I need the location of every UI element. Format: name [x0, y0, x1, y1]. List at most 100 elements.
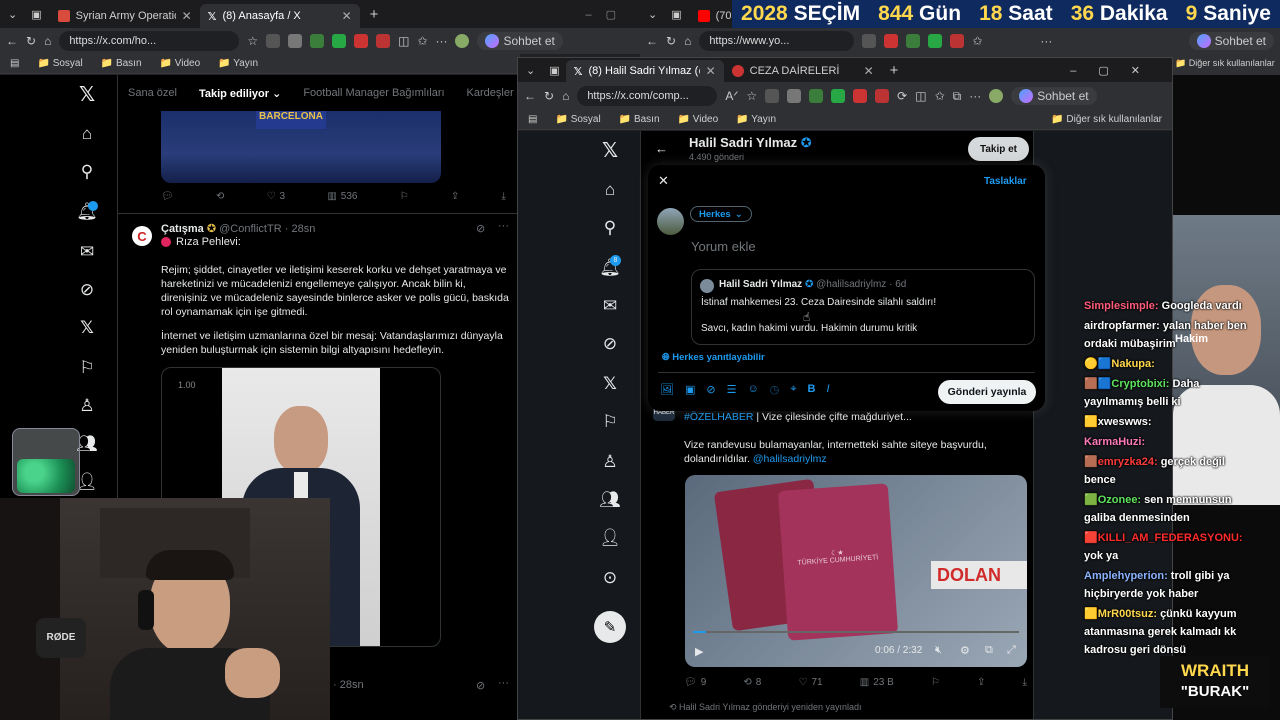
grok-icon[interactable]: ⊘ — [706, 383, 715, 396]
bookmark-other-favorites[interactable]: 📁 Diğer sık kullanılanlar — [1175, 58, 1275, 69]
extension-icon[interactable] — [950, 34, 965, 48]
bookmark-basin[interactable]: 📁 Basın — [619, 114, 660, 125]
more-options-icon[interactable]: ··· — [498, 677, 509, 689]
hashtag-link[interactable]: #ÖZELHABER — [684, 411, 753, 423]
tab-x-home[interactable]: 𝕏 (8) Anasayfa / X ✕ — [199, 4, 360, 28]
repost-icon[interactable]: ⟲ — [216, 191, 224, 202]
mute-icon[interactable]: 🔇︎ — [935, 644, 942, 657]
chat-username[interactable]: Nakupa: — [1111, 358, 1154, 370]
chat-username[interactable]: KarmaHuzi: — [1084, 436, 1145, 448]
close-modal-icon[interactable]: ✕ — [658, 173, 669, 189]
extension-icon[interactable] — [765, 89, 780, 103]
split-screen-icon[interactable]: ◫ — [915, 89, 926, 103]
home-nav-icon[interactable]: ⌂ — [599, 179, 621, 201]
close-tab-icon[interactable]: ✕ — [342, 9, 352, 23]
messages-nav-icon[interactable]: ✉ — [599, 295, 621, 317]
star-icon[interactable]: ☆ — [746, 89, 757, 103]
bookmark-icon[interactable]: ⚐ — [400, 191, 409, 202]
bg-tweet-video[interactable]: ☾★ TÜRKİYE CUMHURİYETİ DOLAN ▶ 0:06 / 2:3… — [685, 475, 1027, 667]
bookmark-yayin[interactable]: 📁 Yayın — [218, 58, 258, 69]
communities-nav-icon[interactable]: 👥︎ — [599, 489, 621, 511]
schedule-icon[interactable]: ◷ — [770, 383, 780, 396]
workspaces-icon[interactable]: ▣ — [671, 8, 681, 21]
window-controls[interactable]: –▢✕ — [1070, 64, 1162, 77]
close-tab-icon[interactable]: ✕ — [706, 64, 716, 78]
grok-icon[interactable]: ⊘ — [476, 679, 485, 692]
split-screen-icon[interactable]: ◫ — [398, 34, 409, 48]
new-tab-icon[interactable]: + — [370, 6, 379, 23]
new-tab-icon[interactable]: + — [890, 62, 899, 79]
tab-halil-profile[interactable]: 𝕏 (8) Halil Sadri Yılmaz (@halilsadriy ✕ — [565, 60, 724, 82]
download-icon[interactable]: ⤓ — [502, 191, 506, 202]
bookmark-video[interactable]: 📁 Video — [678, 114, 719, 125]
bookmarks-nav-icon[interactable]: ⚐ — [599, 411, 621, 433]
reading-list-icon[interactable]: ▤ — [528, 114, 537, 125]
tab-ceza-daireleri[interactable]: CEZA DAİRELERİ ✕ — [724, 60, 882, 82]
extension-icon[interactable] — [875, 89, 890, 103]
bookmark-video[interactable]: 📁 Video — [160, 58, 201, 69]
bold-icon[interactable]: B — [808, 383, 816, 396]
home-icon[interactable]: ⌂ — [562, 89, 569, 103]
extension-icon[interactable] — [906, 34, 921, 48]
more-icon[interactable]: ··· — [435, 34, 447, 48]
reading-list-icon[interactable]: ▤ — [10, 58, 19, 69]
fullscreen-icon[interactable]: ⤢ — [1007, 644, 1016, 657]
repost-button[interactable]: ⟲ 8 — [743, 677, 761, 688]
extension-icon[interactable] — [787, 89, 802, 103]
copilot-button[interactable]: Sohbet et — [1011, 87, 1097, 105]
extension-icon[interactable] — [831, 89, 846, 103]
post-button[interactable]: Gönderi yayınla — [938, 380, 1036, 404]
bookmark-icon[interactable]: ⚐ — [931, 677, 940, 688]
premium-nav-icon[interactable]: 𝕏 — [599, 373, 621, 395]
author-name[interactable]: Çatışma — [161, 223, 204, 235]
explore-nav-icon[interactable]: ⚲ — [76, 161, 98, 183]
chat-username[interactable]: Simplesimple: — [1084, 300, 1159, 312]
x-logo-icon[interactable]: 𝕏 — [76, 83, 98, 106]
refresh-icon[interactable]: ↻ — [26, 34, 36, 48]
play-icon[interactable]: ▶ — [695, 645, 703, 658]
extension-icon[interactable] — [853, 89, 868, 103]
extension-icon[interactable] — [310, 34, 325, 48]
collections-icon[interactable]: ⧉ — [953, 89, 962, 104]
jobs-nav-icon[interactable]: ♙ — [599, 451, 621, 473]
tab-following[interactable]: Takip ediliyor ⌄ — [199, 87, 281, 100]
video-progress-bar[interactable] — [693, 631, 1019, 633]
profile-nav-icon[interactable]: 👤︎ — [599, 527, 621, 549]
share-icon[interactable]: ⇪ — [977, 677, 985, 688]
bookmark-sosyal[interactable]: 📁 Sosyal — [37, 58, 82, 69]
previous-tweet-image[interactable]: BARCELONA — [161, 111, 441, 183]
chat-username[interactable]: emryzka24: — [1098, 456, 1158, 468]
chat-username[interactable]: Cryptobixi: — [1111, 378, 1169, 390]
extension-icon[interactable] — [354, 34, 369, 48]
workspaces-icon[interactable]: ▣ — [549, 64, 559, 77]
gif-icon[interactable]: ▣ — [685, 383, 695, 396]
views-button[interactable]: ▥ 536 — [327, 191, 357, 202]
download-icon[interactable]: ⤓ — [1023, 677, 1027, 688]
sync-icon[interactable]: ⟳ — [897, 89, 907, 103]
jobs-nav-icon[interactable]: ♙ — [76, 395, 98, 417]
chat-username[interactable]: airdropfarmer: — [1084, 320, 1160, 332]
bookmark-other-favorites[interactable]: 📁 Diğer sık kullanılanlar — [1051, 114, 1162, 125]
more-nav-icon[interactable]: ⊙ — [599, 567, 621, 589]
comment-input[interactable]: Yorum ekle — [691, 239, 756, 254]
extension-icon[interactable] — [332, 34, 347, 48]
tab-football-manager[interactable]: Football Manager Bağımlıları — [303, 87, 444, 99]
copilot-button[interactable]: Sohbet et — [1188, 32, 1274, 50]
favorites-icon[interactable]: ✩ — [417, 34, 427, 48]
reply-button[interactable]: 💬︎ 9 — [684, 677, 706, 688]
italic-icon[interactable]: I — [826, 383, 829, 396]
chat-username[interactable]: xweswws: — [1098, 416, 1152, 428]
extension-icon[interactable] — [809, 89, 824, 103]
close-tab-icon[interactable]: ✕ — [182, 9, 192, 23]
tab-actions-icon[interactable]: ⌄ — [648, 8, 657, 21]
chat-username[interactable]: Ozonee: — [1098, 494, 1141, 506]
extension-icon[interactable] — [288, 34, 303, 48]
bookmark-basin[interactable]: 📁 Basın — [101, 58, 142, 69]
extension-icon[interactable] — [862, 34, 877, 48]
messages-nav-icon[interactable]: ✉ — [76, 241, 98, 263]
more-icon[interactable]: ··· — [1040, 34, 1052, 48]
chat-username[interactable]: MrR00tsuz: — [1098, 608, 1157, 620]
close-tab-icon[interactable]: ✕ — [864, 64, 874, 78]
read-aloud-icon[interactable]: Aᐟ — [725, 89, 738, 103]
more-icon[interactable]: ··· — [969, 89, 981, 103]
